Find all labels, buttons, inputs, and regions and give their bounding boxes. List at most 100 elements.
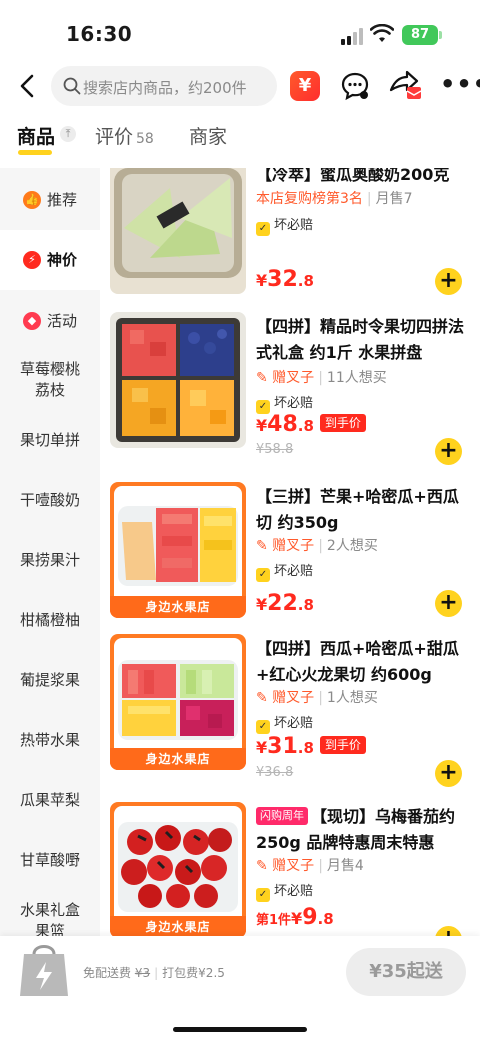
price-currency: ¥ — [256, 738, 268, 757]
product-card[interactable]: 身边水果店 【三拼】芒果+哈密瓜+西瓜切 约350g ✎ 赠叉子 | 2人想买 ✓ 坏… — [101, 482, 480, 628]
packing-fee: 打包费¥2.5 — [162, 966, 225, 980]
product-price: ¥22.8 — [256, 591, 314, 616]
product-wants: 1人想买 — [326, 690, 378, 706]
tab-reviews[interactable]: 评价 58 — [95, 122, 154, 149]
product-card[interactable]: 【四拼】精品时令果切四拼法式礼盒 约1斤 水果拼盘 ✎ 赠叉子 | 11人想买 ✓ 坏… — [101, 312, 480, 472]
product-image: 身边水果店 — [110, 634, 246, 770]
sidebar-item-label: 柑橘橙柚 — [19, 611, 80, 629]
price-currency: ¥ — [256, 416, 268, 435]
tab-reviews-label: 评价 — [95, 126, 134, 148]
tab-goods[interactable]: 商品 — [17, 122, 55, 149]
gift-text: 赠叉子 — [272, 370, 315, 386]
sidebar-item-label: 干噎酸奶 — [19, 491, 80, 509]
product-price: ¥31.8 到手价 — [256, 734, 366, 759]
product-image — [110, 312, 246, 448]
product-image: 身边水果店 — [110, 802, 246, 936]
add-to-cart-button[interactable]: + — [435, 760, 462, 787]
min-order-button[interactable]: ¥35起送 — [346, 948, 466, 996]
sidebar-item-fruit-cut[interactable]: 果切单拼 — [0, 430, 100, 451]
sidebar-item-activity[interactable]: ◆ 活动 — [0, 309, 100, 333]
gift-text: 赠叉子 — [272, 538, 315, 554]
store-search-input[interactable]: 搜索店内商品，约200件 — [51, 66, 277, 106]
tab-bar: 商品 ⤒ 评价 58 商家 — [0, 112, 480, 162]
back-arrow-icon[interactable] — [14, 72, 42, 100]
product-title: 【四拼】精品时令果切四拼法式礼盒 约1斤 水果拼盘 — [256, 317, 465, 362]
gift-text: 赠叉子 — [272, 858, 315, 874]
product-image: 身边水果店 — [110, 482, 246, 618]
gift-label: ✎ 赠叉子 — [256, 370, 315, 386]
price-decimal: .8 — [317, 910, 334, 928]
more-options-icon[interactable]: ••• — [440, 72, 480, 100]
sidebar-item-tropical[interactable]: 热带水果 — [0, 730, 100, 751]
check-icon: ✓ — [256, 568, 270, 582]
guarantee-label: 坏必赔 — [274, 564, 314, 579]
message-icon[interactable] — [339, 70, 371, 102]
flash-sale-tag: 闪购周年 — [256, 807, 308, 825]
sidebar-item-yogurt[interactable]: 干噎酸奶 — [0, 490, 100, 511]
check-icon: ✓ — [256, 888, 270, 902]
product-rank: 本店复购榜第3名 — [256, 191, 363, 207]
add-to-cart-button[interactable]: + — [435, 926, 462, 936]
sidebar-item-licorice[interactable]: 甘草酸嘢 — [0, 850, 100, 871]
price-integer: 48 — [267, 412, 298, 437]
product-meta: 本店复购榜第3名 | 月售7 — [256, 191, 413, 207]
store-banner: 身边水果店 — [110, 916, 246, 936]
first-piece-label: 第1件 — [256, 913, 292, 928]
store-page: 16:30 87 搜索店内商品，约200件 ¥ •• 商品 ⤒ 评价 58 商家… — [0, 0, 480, 1043]
product-card[interactable]: 身边水果店 【四拼】西瓜+哈密瓜+甜瓜+红心火龙果切 约600g ✎ 赠叉子 | 1… — [101, 634, 480, 794]
price-currency: ¥ — [291, 909, 303, 928]
product-card[interactable]: 【冷萃】蜜瓜奥酸奶200克 本店复购榜第3名 | 月售7 ✓ 坏必赔 ¥32.8 + — [101, 168, 480, 306]
tab-merchant[interactable]: 商家 — [189, 122, 227, 149]
add-to-cart-button[interactable]: + — [435, 590, 462, 617]
shopping-bag-icon[interactable] — [18, 936, 70, 998]
sidebar-item-label: 果捞果汁 — [19, 551, 80, 569]
coupon-icon[interactable]: ¥ — [290, 71, 320, 101]
product-image — [110, 168, 246, 294]
add-to-cart-button[interactable]: + — [435, 438, 462, 465]
product-price: 第1件¥9.8 — [256, 905, 334, 930]
search-placeholder: 搜索店内商品，约200件 — [83, 79, 247, 97]
guarantee-badge: ✓ 坏必赔 — [256, 712, 313, 734]
product-wants: 2人想买 — [326, 538, 378, 554]
sidebar-item-label: 果切单拼 — [19, 431, 80, 449]
sidebar-item-strawberry[interactable]: 草莓樱桃荔枝 — [0, 359, 100, 401]
guarantee-label: 坏必赔 — [274, 716, 314, 731]
sidebar-item-label: 瓜果苹梨 — [19, 791, 80, 809]
sidebar-item-grapes[interactable]: 葡提浆果 — [0, 670, 100, 691]
add-to-cart-button[interactable]: + — [435, 268, 462, 295]
category-sidebar: 👍 推荐 ⚡ 神价 ◆ 活动 草莓樱桃荔枝 果切单拼 干噎酸奶 果捞果汁 柑橘橙… — [0, 168, 100, 940]
sidebar-item-melons[interactable]: 瓜果苹梨 — [0, 790, 100, 811]
price-integer: 32 — [267, 267, 298, 292]
thumbs-up-icon: 👍 — [22, 191, 41, 209]
sidebar-item-citrus[interactable]: 柑橘橙柚 — [0, 610, 100, 631]
product-title: 闪购周年 【现切】乌梅番茄约250g 品牌特惠周末特惠 — [256, 804, 471, 856]
price-decimal: .8 — [297, 272, 314, 290]
product-card[interactable]: 身边水果店 闪购周年 【现切】乌梅番茄约250g 品牌特惠周末特惠 ✎ 赠叉子 | 月… — [101, 802, 480, 936]
tag-icon: ◆ — [22, 312, 41, 330]
sidebar-item-label: 甘草酸嘢 — [19, 851, 80, 869]
battery-tip — [439, 31, 442, 39]
share-icon[interactable] — [387, 68, 423, 104]
price-currency: ¥ — [256, 271, 268, 290]
gift-label: ✎ 赠叉子 — [256, 538, 315, 554]
store-banner: 身边水果店 — [110, 748, 246, 770]
tab-active-indicator — [18, 150, 52, 155]
scroll-top-icon[interactable]: ⤒ — [60, 126, 76, 142]
product-title: 【三拼】芒果+哈密瓜+西瓜切 约350g — [256, 487, 459, 532]
delivery-fee: ¥3 — [134, 966, 151, 980]
check-icon: ✓ — [256, 222, 270, 236]
sidebar-item-super-price[interactable]: ⚡ 神价 — [0, 230, 100, 290]
sidebar-item-recommend[interactable]: 👍 推荐 — [0, 188, 100, 212]
price-integer: 22 — [267, 591, 298, 616]
original-price: ¥58.8 — [256, 442, 294, 457]
guarantee-badge: ✓ 坏必赔 — [256, 560, 313, 582]
product-title: 【四拼】西瓜+哈密瓜+甜瓜+红心火龙果切 约600g — [256, 639, 459, 684]
product-sales: 月售7 — [375, 191, 413, 207]
sidebar-item-juice[interactable]: 果捞果汁 — [0, 550, 100, 571]
gift-label: ✎ 赠叉子 — [256, 858, 315, 874]
final-price-tag: 到手价 — [319, 736, 366, 754]
gift-text: 赠叉子 — [272, 690, 315, 706]
home-indicator — [173, 1027, 307, 1032]
sidebar-item-label: 活动 — [46, 311, 77, 330]
tab-reviews-count: 58 — [136, 131, 154, 147]
